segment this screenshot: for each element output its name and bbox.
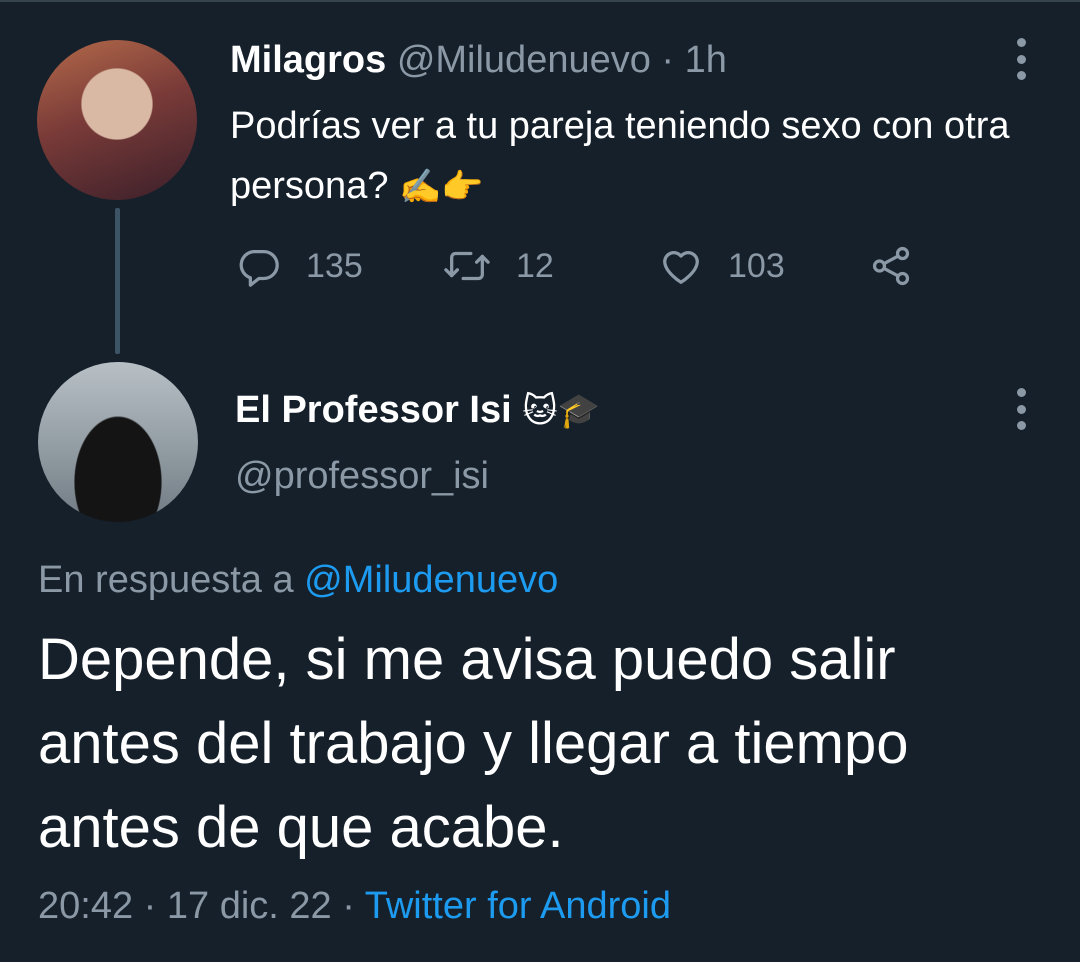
reply-count: 135 (306, 246, 363, 285)
author-display-name: El Professor Isi (235, 389, 512, 431)
tweet-timestamp[interactable]: 20:42 · 17 dic. 22 · (38, 885, 365, 927)
more-options-icon[interactable] (1016, 38, 1026, 80)
parent-tweet-actions: 135 12 103 (236, 240, 936, 292)
author-handle[interactable]: @professor_isi (235, 452, 489, 500)
share-icon (872, 246, 910, 286)
share-button[interactable] (868, 240, 914, 292)
parent-tweet-header: Milagros @Miludenuevo · 1h (230, 36, 727, 84)
avatar-professor-isi[interactable] (38, 362, 198, 522)
parent-tweet-body: Podrías ver a tu pareja teniendo sexo co… (230, 105, 1010, 207)
parent-tweet-text: Podrías ver a tu pareja teniendo sexo co… (230, 96, 1060, 217)
like-count: 103 (728, 246, 785, 285)
like-icon (663, 251, 699, 284)
reply-prefix: En respuesta a (38, 559, 305, 601)
retweet-button[interactable]: 12 (442, 240, 554, 292)
parent-tweet-emojis: ✍️👉 (399, 167, 484, 207)
reply-button[interactable]: 135 (236, 240, 363, 292)
author-name-row[interactable]: El Professor Isi 🐱🎓 (235, 386, 600, 435)
main-tweet-text: Depende, si me avisa puedo salir antes d… (38, 627, 909, 860)
tweet-source-link[interactable]: Twitter for Android (365, 885, 671, 927)
reply-context: En respuesta a @Miludenuevo (38, 556, 558, 604)
reply-mention-link[interactable]: @Miludenuevo (304, 559, 558, 601)
like-button[interactable]: 103 (658, 240, 785, 292)
parent-handle-time[interactable]: @Miludenuevo · 1h (397, 39, 727, 81)
parent-display-name[interactable]: Milagros (230, 39, 386, 81)
tweet-metadata: 20:42 · 17 dic. 22 · Twitter for Android (38, 882, 671, 930)
reply-icon (239, 249, 279, 287)
thread-connector (115, 208, 120, 354)
retweet-count: 12 (516, 246, 554, 285)
retweet-icon (444, 251, 490, 281)
avatar-milagros[interactable] (37, 40, 197, 200)
author-name-emojis: 🐱🎓 (522, 391, 601, 431)
top-divider (0, 0, 1080, 2)
more-options-icon[interactable] (1016, 388, 1026, 430)
